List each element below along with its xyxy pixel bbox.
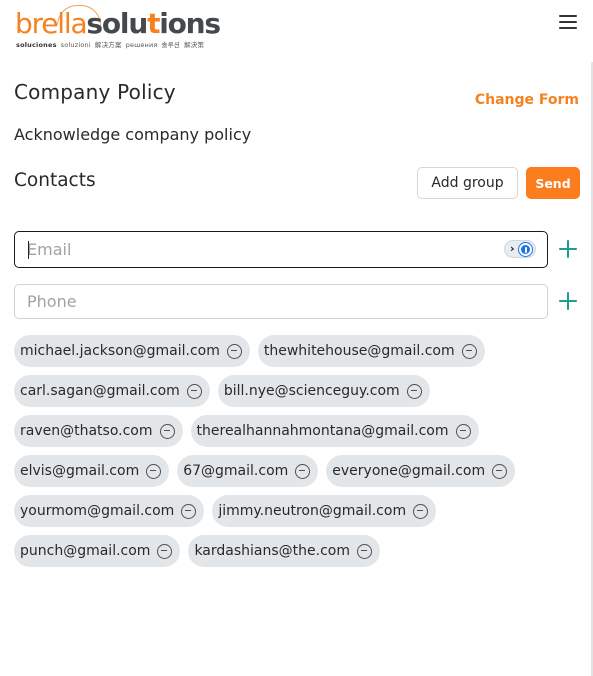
chip-label: punch@gmail.com <box>20 543 151 559</box>
chip-label: yourmom@gmail.com <box>20 503 175 519</box>
chip-label: everyone@gmail.com <box>332 463 486 479</box>
remove-contact-icon[interactable] <box>356 543 372 559</box>
phone-field[interactable] <box>14 284 548 319</box>
contact-chip: punch@gmail.com <box>14 535 181 567</box>
add-group-button[interactable]: Add group <box>417 167 518 199</box>
menu-bar-middle <box>559 21 577 23</box>
email-field[interactable]: › <box>14 231 548 268</box>
contact-chip: raven@thatso.com <box>14 415 183 447</box>
remove-contact-icon[interactable] <box>159 423 175 439</box>
chip-label: kardashians@the.com <box>194 543 350 559</box>
password-manager-icon[interactable]: › <box>504 240 536 258</box>
remove-contact-icon[interactable] <box>455 423 471 439</box>
remove-contact-icon[interactable] <box>226 343 242 359</box>
contacts-heading: Contacts <box>14 170 96 191</box>
hamburger-menu-icon[interactable] <box>556 11 580 33</box>
chip-row: punch@gmail.com kardashians@the.com <box>14 535 584 567</box>
menu-bar-bottom <box>559 27 577 29</box>
chip-label: carl.sagan@gmail.com <box>20 383 180 399</box>
chip-label: elvis@gmail.com <box>20 463 140 479</box>
change-form-link[interactable]: Change Form <box>475 92 579 108</box>
contact-chip: bill.nye@scienceguy.com <box>217 375 430 407</box>
phone-input[interactable] <box>27 285 497 318</box>
remove-contact-icon[interactable] <box>406 383 422 399</box>
contact-chip-list: michael.jackson@gmail.com thewhitehouse@… <box>14 335 584 575</box>
logo-tagline: soluciones soluzioni 解决方案 решения 솔루션 解決策 <box>16 41 205 49</box>
brella-solutions-logo[interactable]: brellasolutions soluciones soluzioni 解决方案 р… <box>15 4 221 50</box>
chip-label: 67@gmail.com <box>183 463 289 479</box>
contact-chip: everyone@gmail.com <box>326 455 516 487</box>
password-manager-badge <box>519 243 532 256</box>
chevron-right-icon: › <box>510 242 515 255</box>
contact-chip: yourmom@gmail.com <box>14 495 205 527</box>
contact-chip: elvis@gmail.com <box>14 455 170 487</box>
logo-wordmark: brellasolutions <box>15 7 221 40</box>
remove-contact-icon[interactable] <box>295 463 311 479</box>
text-cursor <box>28 241 29 259</box>
remove-contact-icon[interactable] <box>461 343 477 359</box>
remove-contact-icon[interactable] <box>146 463 162 479</box>
remove-contact-icon[interactable] <box>157 543 173 559</box>
contact-chip: kardashians@the.com <box>188 535 380 567</box>
remove-contact-icon[interactable] <box>181 503 197 519</box>
add-phone-plus-icon[interactable] <box>557 290 579 312</box>
contact-chip: carl.sagan@gmail.com <box>14 375 210 407</box>
chip-row: yourmom@gmail.com jimmy.neutron@gmail.co… <box>14 495 584 527</box>
add-email-plus-icon[interactable] <box>557 238 579 260</box>
chip-label: bill.nye@scienceguy.com <box>223 383 400 399</box>
contact-chip: jimmy.neutron@gmail.com <box>212 495 437 527</box>
send-button[interactable]: Send <box>526 167 580 199</box>
remove-contact-icon[interactable] <box>492 463 508 479</box>
app-header: brellasolutions soluciones soluzioni 解决方案 р… <box>0 0 593 56</box>
remove-contact-icon[interactable] <box>186 383 202 399</box>
contact-chip: michael.jackson@gmail.com <box>14 335 250 367</box>
chip-label: thewhitehouse@gmail.com <box>263 343 455 359</box>
menu-bar-top <box>559 15 577 17</box>
remove-contact-icon[interactable] <box>413 503 429 519</box>
contact-chip: therealhannahmontana@gmail.com <box>190 415 479 447</box>
chip-row: michael.jackson@gmail.com thewhitehouse@… <box>14 335 584 367</box>
chip-row: elvis@gmail.com 67@gmail.com everyone@gm… <box>14 455 584 487</box>
page-title: Company Policy <box>14 80 176 104</box>
chip-label: therealhannahmontana@gmail.com <box>196 423 449 439</box>
email-input[interactable] <box>27 232 497 267</box>
chip-row: raven@thatso.com therealhannahmontana@gm… <box>14 415 584 447</box>
contact-chip: 67@gmail.com <box>177 455 319 487</box>
policy-description: Acknowledge company policy <box>14 125 252 144</box>
contact-chip: thewhitehouse@gmail.com <box>257 335 485 367</box>
chip-row: carl.sagan@gmail.com bill.nye@scienceguy… <box>14 375 584 407</box>
chip-label: raven@thatso.com <box>20 423 153 439</box>
chip-label: michael.jackson@gmail.com <box>20 343 220 359</box>
chip-label: jimmy.neutron@gmail.com <box>218 503 407 519</box>
